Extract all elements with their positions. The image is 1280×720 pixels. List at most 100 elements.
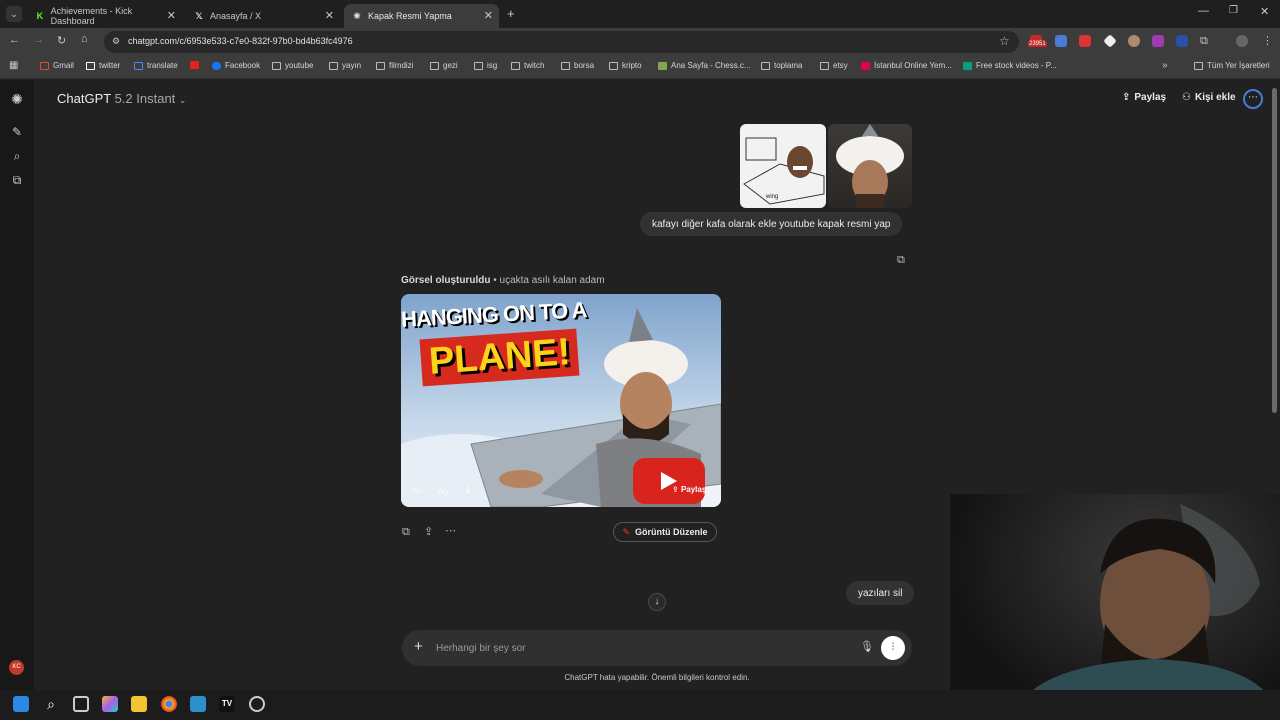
- bookmark-folder-borsa[interactable]: borsa: [561, 61, 594, 70]
- tab-chatgpt[interactable]: ✺ Kapak Resmi Yapma ✕: [344, 4, 499, 28]
- close-icon[interactable]: ✕: [484, 9, 493, 22]
- bookmark-yemeksepeti[interactable]: İstanbul Online Yem...: [861, 61, 952, 70]
- model-selector[interactable]: ChatGPT 5.2 Instant ⌄: [57, 91, 186, 106]
- yemeksepeti-icon: [861, 61, 870, 70]
- add-attachment-icon[interactable]: +: [414, 638, 423, 655]
- chatgpt-logo-icon[interactable]: ✺: [10, 91, 24, 107]
- extension-icon[interactable]: [1176, 35, 1188, 47]
- share-icon[interactable]: ⇪: [424, 525, 433, 538]
- attachment-thumbnail[interactable]: [828, 124, 912, 208]
- webcam-overlay: [950, 494, 1280, 720]
- share-label: Paylaş: [1134, 92, 1167, 103]
- gmail-icon: [40, 61, 49, 70]
- share-button[interactable]: ⇪ Paylaş: [1122, 92, 1166, 103]
- apps-grid-icon[interactable]: ▦: [9, 60, 18, 71]
- prompt-input[interactable]: [436, 639, 836, 657]
- translate-extension-icon[interactable]: [1055, 35, 1067, 47]
- sidebar-rail: ✺ ✎ ⌕ ⧉ KC: [0, 80, 34, 690]
- like-icon[interactable]: 👍︎: [412, 485, 422, 497]
- copilot-icon[interactable]: [102, 696, 118, 712]
- dislike-icon[interactable]: 👎︎: [438, 485, 448, 497]
- translate-icon: [134, 61, 143, 70]
- address-bar[interactable]: ⚙ chatgpt.com/c/6953e533-c7e0-832f-97b0-…: [104, 31, 1019, 53]
- scroll-down-button[interactable]: ↓: [648, 593, 666, 611]
- page-scrollbar[interactable]: [1272, 88, 1277, 413]
- new-chat-icon[interactable]: ✎: [10, 125, 24, 139]
- folder-icon: [474, 61, 483, 70]
- home-icon[interactable]: ⌂: [81, 33, 88, 45]
- back-icon[interactable]: ←: [9, 34, 20, 46]
- browser-menu-icon[interactable]: ⋮: [1262, 34, 1273, 47]
- close-icon[interactable]: ✕: [167, 9, 176, 22]
- tab-title: Kapak Resmi Yapma: [368, 11, 452, 21]
- extensions-puzzle-icon[interactable]: ⧉: [1200, 35, 1208, 48]
- youtube-icon: [190, 61, 199, 69]
- bookmark-folder-isg[interactable]: isg: [474, 61, 497, 70]
- bookmark-folder-etsy[interactable]: etsy: [820, 61, 848, 70]
- bookmark-twitter[interactable]: twitter: [86, 61, 120, 70]
- download-icon[interactable]: ⤓: [465, 484, 470, 497]
- obs-icon[interactable]: [249, 696, 265, 712]
- new-tab-icon[interactable]: +: [507, 6, 515, 21]
- bookmark-star-icon[interactable]: ☆: [999, 34, 1010, 48]
- bookmark-folder-filmdizi[interactable]: filmdizi: [376, 61, 413, 70]
- bookmark-chess[interactable]: Ana Sayfa - Chess.c...: [658, 61, 751, 70]
- tradingview-icon[interactable]: TV: [219, 696, 235, 712]
- generated-status: Görsel oluşturuldu: [401, 275, 491, 286]
- reload-icon[interactable]: ↻: [57, 34, 66, 47]
- profile-avatar[interactable]: [1236, 35, 1248, 47]
- forward-icon[interactable]: →: [33, 34, 44, 46]
- microphone-icon[interactable]: 🎙︎: [860, 640, 874, 653]
- close-icon[interactable]: ✕: [325, 9, 334, 22]
- generated-image[interactable]: HANGING ON TO A PLANE! 👍︎ 👎︎ ⤓ ⇪ Paylaş: [401, 294, 721, 507]
- extension-badge-count: 23951: [1028, 41, 1047, 47]
- copy-icon[interactable]: ⧉: [402, 526, 410, 539]
- all-bookmarks-folder[interactable]: Tüm Yer İşaretleri: [1194, 61, 1270, 70]
- window-close-icon[interactable]: ✕: [1260, 5, 1269, 18]
- tab-search-button[interactable]: ⌄: [6, 6, 22, 22]
- more-bookmarks-icon[interactable]: »: [1162, 60, 1168, 71]
- add-person-button[interactable]: ⚇ Kişi ekle: [1182, 92, 1236, 103]
- folder-icon: [511, 61, 520, 70]
- more-options-icon[interactable]: ⋯: [1243, 89, 1263, 109]
- voice-mode-button[interactable]: ⫶: [881, 636, 905, 660]
- model-version: 5.2 Instant: [114, 91, 176, 106]
- adblock-extension-icon[interactable]: [1079, 35, 1091, 47]
- x-icon: 𝕏: [195, 11, 203, 21]
- model-name: ChatGPT: [57, 91, 111, 106]
- app-icon[interactable]: [190, 696, 206, 712]
- bookmark-folder-yayin[interactable]: yayın: [329, 61, 361, 70]
- chrome-icon[interactable]: [161, 696, 177, 712]
- extension-icon[interactable]: [1128, 35, 1140, 47]
- bookmark-folder-kripto[interactable]: kripto: [609, 61, 642, 70]
- tab-x[interactable]: 𝕏 Anasayfa / X ✕: [186, 4, 340, 28]
- bookmark-pexels[interactable]: Free stock videos - P...: [963, 61, 1057, 70]
- kick-icon: K: [36, 11, 44, 21]
- bookmark-folder-gezi[interactable]: gezi: [430, 61, 458, 70]
- restore-icon[interactable]: ❐: [1229, 5, 1238, 16]
- bookmark-translate[interactable]: translate: [134, 61, 178, 70]
- bookmark-folder-toplama[interactable]: toplama: [761, 61, 802, 70]
- image-share-button[interactable]: ⇪ Paylaş: [672, 485, 706, 494]
- library-icon[interactable]: ⧉: [10, 173, 24, 187]
- bookmarks-bar: ▦ Gmail twitter translate Facebook youtu…: [0, 55, 1280, 79]
- extension-badge-icon[interactable]: 23951: [1028, 35, 1047, 47]
- bookmark-folder-twitch[interactable]: twitch: [511, 61, 544, 70]
- file-explorer-icon[interactable]: [131, 696, 147, 712]
- bookmark-gmail[interactable]: Gmail: [40, 61, 74, 70]
- more-actions-icon[interactable]: ⋯: [445, 524, 456, 537]
- bookmark-youtube-icon[interactable]: [190, 61, 203, 69]
- task-view-icon[interactable]: [73, 696, 89, 712]
- site-info-icon[interactable]: ⚙: [112, 36, 120, 47]
- bookmark-facebook[interactable]: Facebook: [212, 61, 260, 70]
- tab-kick[interactable]: K Achievements - Kick Dashboard ✕: [27, 4, 182, 28]
- bookmark-folder-youtube[interactable]: youtube: [272, 61, 313, 70]
- extension-icon[interactable]: [1152, 35, 1164, 47]
- windows-start-icon[interactable]: [13, 696, 29, 712]
- edit-image-button[interactable]: ✎ Görüntü Düzenle: [613, 522, 717, 542]
- search-icon[interactable]: ⌕: [43, 696, 59, 712]
- minimize-icon[interactable]: —: [1198, 5, 1209, 17]
- search-icon[interactable]: ⌕: [10, 149, 24, 163]
- copy-icon[interactable]: ⧉: [897, 254, 905, 267]
- attachment-thumbnail[interactable]: wing: [740, 124, 826, 208]
